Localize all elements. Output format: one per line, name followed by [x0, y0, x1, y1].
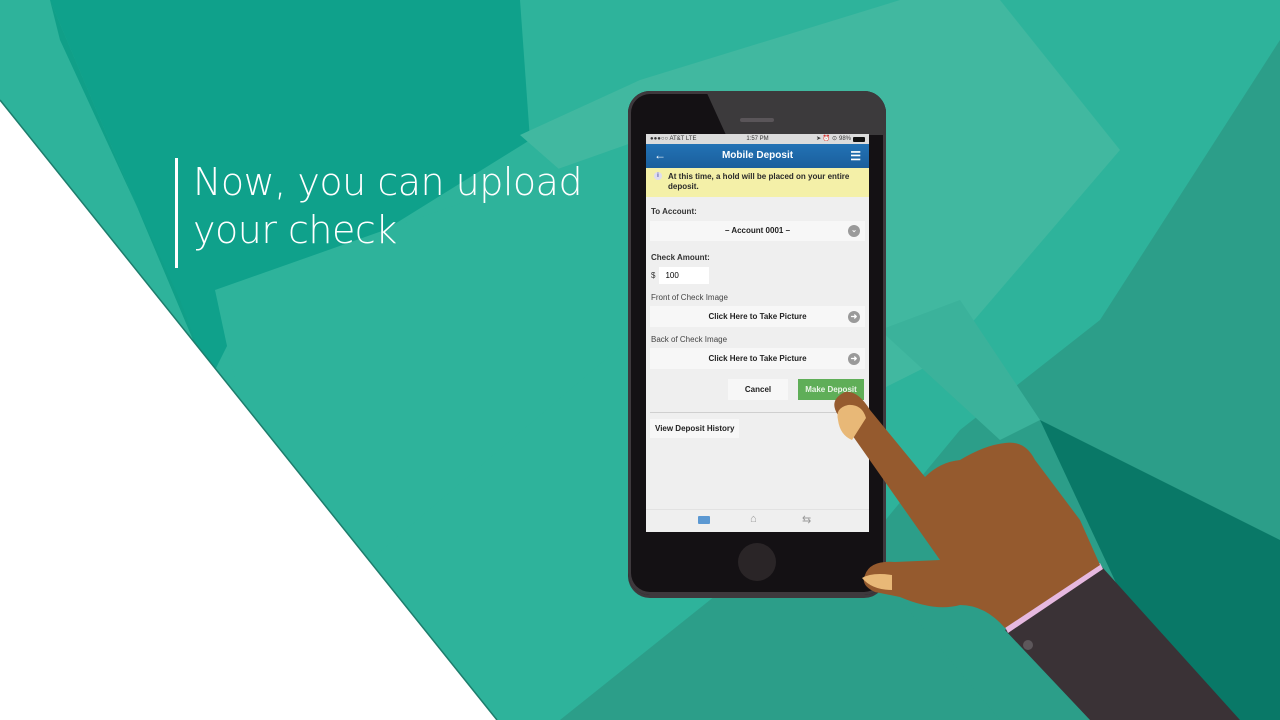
status-right: ➤ ⏰ ⊙ 98%	[816, 134, 865, 144]
status-bar: ●●●○○ AT&T LTE 1:57 PM ➤ ⏰ ⊙ 98%	[646, 134, 869, 144]
deposit-check-icon[interactable]	[698, 516, 710, 524]
account-select-value: – Account 0001 –	[724, 226, 791, 235]
back-take-picture-button[interactable]: Click Here to Take Picture ➜	[650, 348, 865, 369]
front-image-label: Front of Check Image	[651, 293, 728, 302]
caption-line-2: your check	[193, 208, 397, 252]
chevron-down-icon: ⌄	[848, 225, 860, 237]
battery-icon	[853, 136, 865, 142]
status-icons: ➤ ⏰ ⊙	[816, 136, 837, 142]
account-select[interactable]: – Account 0001 – ⌄	[650, 221, 865, 241]
caption-line-1: Now, you can upload	[193, 160, 583, 204]
arrow-right-icon: ➜	[848, 310, 860, 323]
tab-bar: ⌂ ⇆	[646, 509, 869, 532]
caption-block: Now, you can upload your check	[175, 158, 583, 268]
page-title: Mobile Deposit	[721, 150, 794, 161]
battery-percent: 98%	[838, 136, 851, 142]
check-amount-input[interactable]	[659, 267, 710, 284]
back-take-picture-label: Click Here to Take Picture	[708, 354, 807, 363]
transfer-icon[interactable]: ⇆	[802, 513, 811, 526]
nav-bar: ← Mobile Deposit ☰	[646, 144, 869, 168]
make-deposit-button[interactable]: Make Deposit	[798, 379, 864, 400]
check-amount-label: Check Amount:	[651, 253, 710, 262]
back-image-label: Back of Check Image	[651, 335, 728, 344]
phone-device: ●●●○○ AT&T LTE 1:57 PM ➤ ⏰ ⊙ 98% ← Mobil…	[628, 91, 886, 595]
hold-notice-text: At this time, a hold will be placed on y…	[668, 172, 850, 191]
phone-speaker	[740, 118, 774, 122]
to-account-label: To Account:	[651, 207, 697, 216]
currency-symbol: $	[651, 271, 656, 280]
phone-screen: ●●●○○ AT&T LTE 1:57 PM ➤ ⏰ ⊙ 98% ← Mobil…	[646, 134, 869, 532]
info-icon: i	[654, 172, 662, 180]
front-take-picture-label: Click Here to Take Picture	[708, 312, 807, 321]
divider	[650, 412, 865, 413]
front-take-picture-button[interactable]: Click Here to Take Picture ➜	[650, 306, 865, 327]
view-deposit-history-button[interactable]: View Deposit History	[650, 419, 740, 438]
phone-home-button[interactable]	[738, 543, 776, 581]
check-amount-row: $	[646, 265, 869, 286]
hold-notice-banner: i At this time, a hold will be placed on…	[646, 168, 869, 197]
home-icon[interactable]: ⌂	[750, 513, 757, 525]
hamburger-menu-icon[interactable]: ☰	[850, 144, 861, 168]
form-actions: Cancel Make Deposit	[646, 370, 869, 406]
arrow-right-icon: ➜	[848, 352, 860, 365]
cancel-button[interactable]: Cancel	[728, 379, 788, 400]
